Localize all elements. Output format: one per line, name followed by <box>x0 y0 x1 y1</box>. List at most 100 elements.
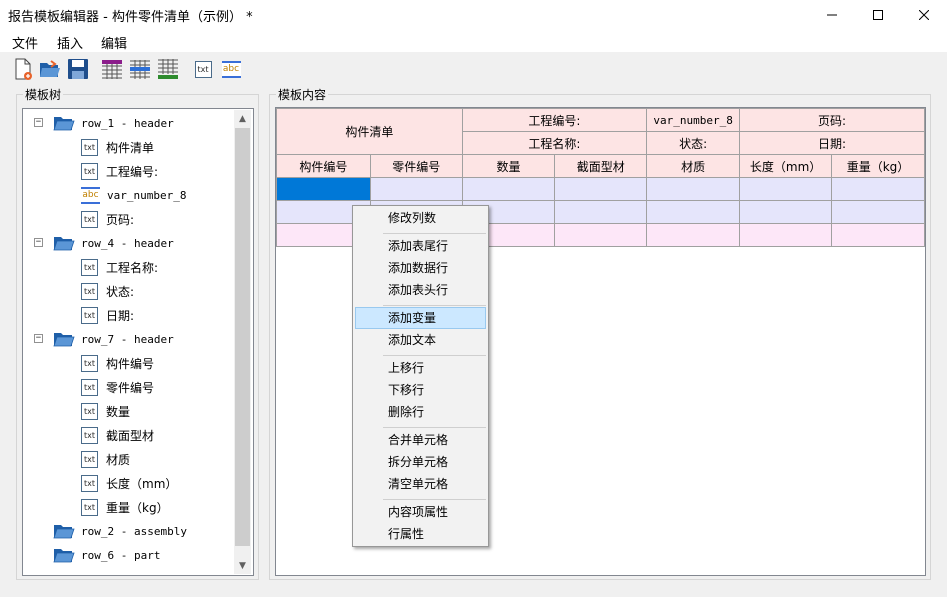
column-header-cell[interactable]: 构件编号 <box>276 154 371 178</box>
ctx-merge-cells[interactable]: 合并单元格 <box>355 429 486 451</box>
tree-leaf-item[interactable]: txt 零件编号 <box>81 375 154 399</box>
ctx-content-properties[interactable]: 内容项属性 <box>355 501 486 523</box>
cell-project-no-label[interactable]: 工程编号: <box>461 108 648 132</box>
new-file-button[interactable] <box>11 57 35 81</box>
tree-leaf-item[interactable]: abc var_number_8 <box>81 183 186 207</box>
tree-item-label: 工程名称: <box>106 260 159 275</box>
collapse-toggle-icon[interactable]: − <box>34 118 43 127</box>
text-icon: txt <box>81 426 98 444</box>
add-header-row-button[interactable] <box>100 57 124 81</box>
tree-leaf-item[interactable]: txt 工程编号: <box>81 159 158 183</box>
collapse-toggle-icon[interactable]: − <box>34 238 43 247</box>
text-icon: txt <box>81 402 98 420</box>
tree-leaf-item[interactable]: txt 页码: <box>81 207 134 231</box>
scroll-thumb[interactable] <box>235 128 250 546</box>
column-header-cell[interactable]: 重量（kg） <box>831 154 925 178</box>
tree-leaf-item[interactable]: txt 截面型材 <box>81 423 154 447</box>
assembly-cell[interactable] <box>461 177 556 201</box>
tree-scrollbar[interactable]: ▲ ▼ <box>234 110 251 574</box>
close-button[interactable] <box>901 0 947 30</box>
tree-leaf-item[interactable]: txt 日期: <box>81 303 134 327</box>
open-button[interactable] <box>38 57 62 81</box>
footer-cell[interactable] <box>646 223 741 247</box>
scroll-down-arrow-icon[interactable]: ▼ <box>234 557 251 574</box>
column-header-cell[interactable]: 材质 <box>646 154 741 178</box>
ctx-add-variable[interactable]: 添加变量 <box>355 307 486 329</box>
template-content-label: 模板内容 <box>276 86 329 103</box>
maximize-button[interactable] <box>855 0 901 30</box>
ctx-row-properties[interactable]: 行属性 <box>355 523 486 545</box>
part-cell[interactable] <box>739 200 833 224</box>
footer-cell[interactable] <box>554 223 648 247</box>
cell-date-label[interactable]: 日期: <box>739 131 925 155</box>
tree-node-row[interactable]: − row_4 - header <box>34 231 174 255</box>
add-variable-button[interactable]: abc <box>219 57 243 81</box>
assembly-cell[interactable] <box>646 177 741 201</box>
tree-leaf-item[interactable]: txt 状态: <box>81 279 134 303</box>
menu-insert[interactable]: 插入 <box>57 33 83 52</box>
ctx-clear-cells[interactable]: 清空单元格 <box>355 473 486 495</box>
cell-title[interactable]: 构件清单 <box>276 108 463 155</box>
ctx-split-cells[interactable]: 拆分单元格 <box>355 451 486 473</box>
part-cell[interactable] <box>646 200 741 224</box>
menu-bar: 文件 插入 编辑 <box>0 30 947 52</box>
tree-leaf-item[interactable]: txt 材质 <box>81 447 130 471</box>
tree-item-label: row_6 - part <box>81 548 161 562</box>
tree-item-label: 工程编号: <box>106 164 159 179</box>
assembly-cell[interactable] <box>831 177 925 201</box>
menu-file[interactable]: 文件 <box>12 33 38 52</box>
close-icon <box>919 10 929 20</box>
ctx-add-data-row[interactable]: 添加数据行 <box>355 257 486 279</box>
tree-node-row[interactable]: row_6 - part <box>53 543 160 567</box>
minimize-button[interactable] <box>809 0 855 30</box>
column-header-cell[interactable]: 数量 <box>461 154 556 178</box>
cell-project-name-label[interactable]: 工程名称: <box>461 131 648 155</box>
scroll-up-arrow-icon[interactable]: ▲ <box>234 110 251 127</box>
ctx-move-up[interactable]: 上移行 <box>355 357 486 379</box>
assembly-cell[interactable] <box>554 177 648 201</box>
collapse-toggle-icon[interactable]: − <box>34 334 43 343</box>
add-footer-row-button[interactable] <box>156 57 180 81</box>
tree-leaf-item[interactable]: txt 重量（kg） <box>81 495 169 519</box>
ctx-add-footer-row[interactable]: 添加表尾行 <box>355 235 486 257</box>
cell-project-no-var[interactable]: var_number_8 <box>646 108 741 132</box>
cell-page-label[interactable]: 页码: <box>739 108 925 132</box>
column-header-cell[interactable]: 零件编号 <box>369 154 463 178</box>
ctx-delete-row[interactable]: 删除行 <box>355 401 486 423</box>
add-text-button[interactable]: txt <box>191 57 215 81</box>
tree-node-row[interactable]: − row_1 - header <box>34 111 174 135</box>
template-tree[interactable]: − row_1 - header txt 构件清单 txt 工程编号: abc var_num… <box>22 108 254 576</box>
tree-item-label: 构件编号 <box>106 356 155 371</box>
part-cell[interactable] <box>554 200 648 224</box>
assembly-cell[interactable] <box>369 177 463 201</box>
tree-node-row[interactable]: − row_7 - header <box>34 327 174 351</box>
ctx-move-down[interactable]: 下移行 <box>355 379 486 401</box>
tree-node-row[interactable]: row_2 - assembly <box>53 519 187 543</box>
column-header-cell[interactable]: 截面型材 <box>554 154 648 178</box>
selected-cell[interactable] <box>276 177 371 201</box>
ctx-add-text[interactable]: 添加文本 <box>355 329 486 351</box>
ctx-modify-columns[interactable]: 修改列数 <box>355 207 486 229</box>
text-icon: txt <box>81 306 98 324</box>
new-file-icon <box>15 58 32 80</box>
tree-item-label: row_2 - assembly <box>81 524 187 538</box>
tree-item-label: 长度（mm） <box>106 476 178 491</box>
menu-edit[interactable]: 编辑 <box>101 33 127 52</box>
menu-separator <box>383 499 486 500</box>
add-data-row-button[interactable] <box>128 57 152 81</box>
save-button[interactable] <box>66 57 90 81</box>
tree-leaf-item[interactable]: txt 构件清单 <box>81 135 154 159</box>
text-icon: txt <box>81 354 98 372</box>
footer-cell[interactable] <box>739 223 833 247</box>
tree-leaf-item[interactable]: txt 长度（mm） <box>81 471 177 495</box>
cell-status-label[interactable]: 状态: <box>646 131 741 155</box>
tree-leaf-item[interactable]: txt 构件编号 <box>81 351 154 375</box>
part-cell[interactable] <box>831 200 925 224</box>
tree-leaf-item[interactable]: txt 工程名称: <box>81 255 158 279</box>
text-icon: txt <box>194 60 212 78</box>
column-header-cell[interactable]: 长度（mm） <box>739 154 833 178</box>
tree-leaf-item[interactable]: txt 数量 <box>81 399 130 423</box>
footer-cell[interactable] <box>831 223 925 247</box>
ctx-add-header-row[interactable]: 添加表头行 <box>355 279 486 301</box>
assembly-cell[interactable] <box>739 177 833 201</box>
